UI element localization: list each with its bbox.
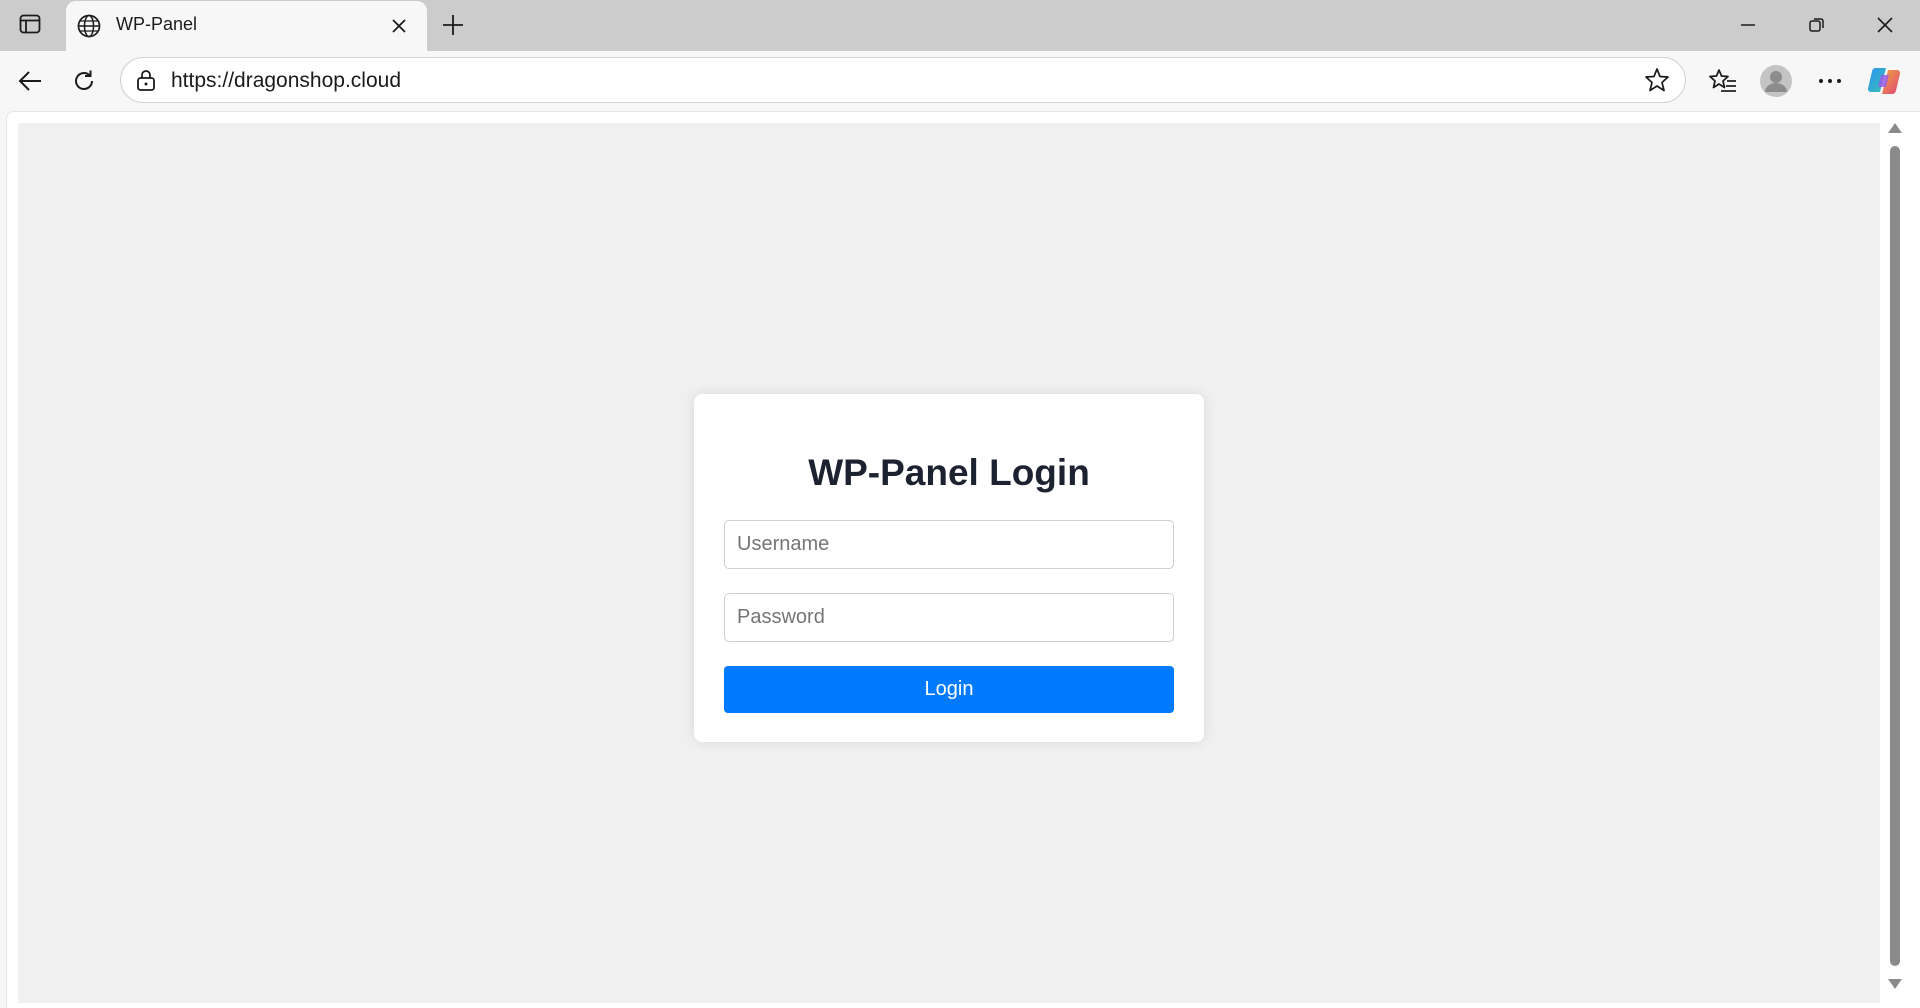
lock-icon[interactable]	[135, 69, 157, 91]
reload-icon[interactable]	[66, 63, 102, 99]
back-arrow-icon[interactable]	[12, 63, 48, 99]
favorites-icon[interactable]	[1705, 63, 1741, 99]
tab-actions-icon[interactable]	[12, 10, 48, 38]
vertical-scrollbar[interactable]	[1884, 120, 1906, 1000]
tab-title: WP-Panel	[116, 14, 198, 34]
browser-toolbar: https://dragonshop.cloud	[0, 51, 1920, 111]
profile-icon[interactable]	[1758, 63, 1794, 99]
username-input[interactable]	[724, 520, 1174, 569]
minimize-icon[interactable]	[1726, 8, 1770, 42]
tab-bar: WP-Panel	[0, 0, 1920, 51]
close-icon[interactable]	[386, 13, 412, 39]
password-input[interactable]	[724, 593, 1174, 642]
plus-icon[interactable]	[438, 10, 468, 40]
url-text[interactable]: https://dragonshop.cloud	[171, 69, 401, 93]
scrollbar-thumb[interactable]	[1890, 146, 1900, 966]
tab-active[interactable]: WP-Panel	[66, 1, 427, 51]
login-card: WP-Panel Login Login	[694, 394, 1204, 742]
restore-icon[interactable]	[1795, 8, 1839, 42]
globe-icon	[76, 13, 102, 39]
scroll-down-icon[interactable]	[1888, 978, 1902, 990]
page-background: WP-Panel Login Login	[18, 123, 1880, 1003]
scroll-up-icon[interactable]	[1888, 122, 1902, 134]
more-icon[interactable]	[1812, 63, 1848, 99]
close-icon[interactable]	[1863, 8, 1907, 42]
login-title: WP-Panel Login	[808, 452, 1090, 493]
login-button[interactable]: Login	[724, 666, 1174, 713]
star-icon[interactable]	[1643, 66, 1671, 94]
copilot-icon[interactable]	[1866, 63, 1902, 99]
address-bar[interactable]: https://dragonshop.cloud	[120, 57, 1686, 103]
